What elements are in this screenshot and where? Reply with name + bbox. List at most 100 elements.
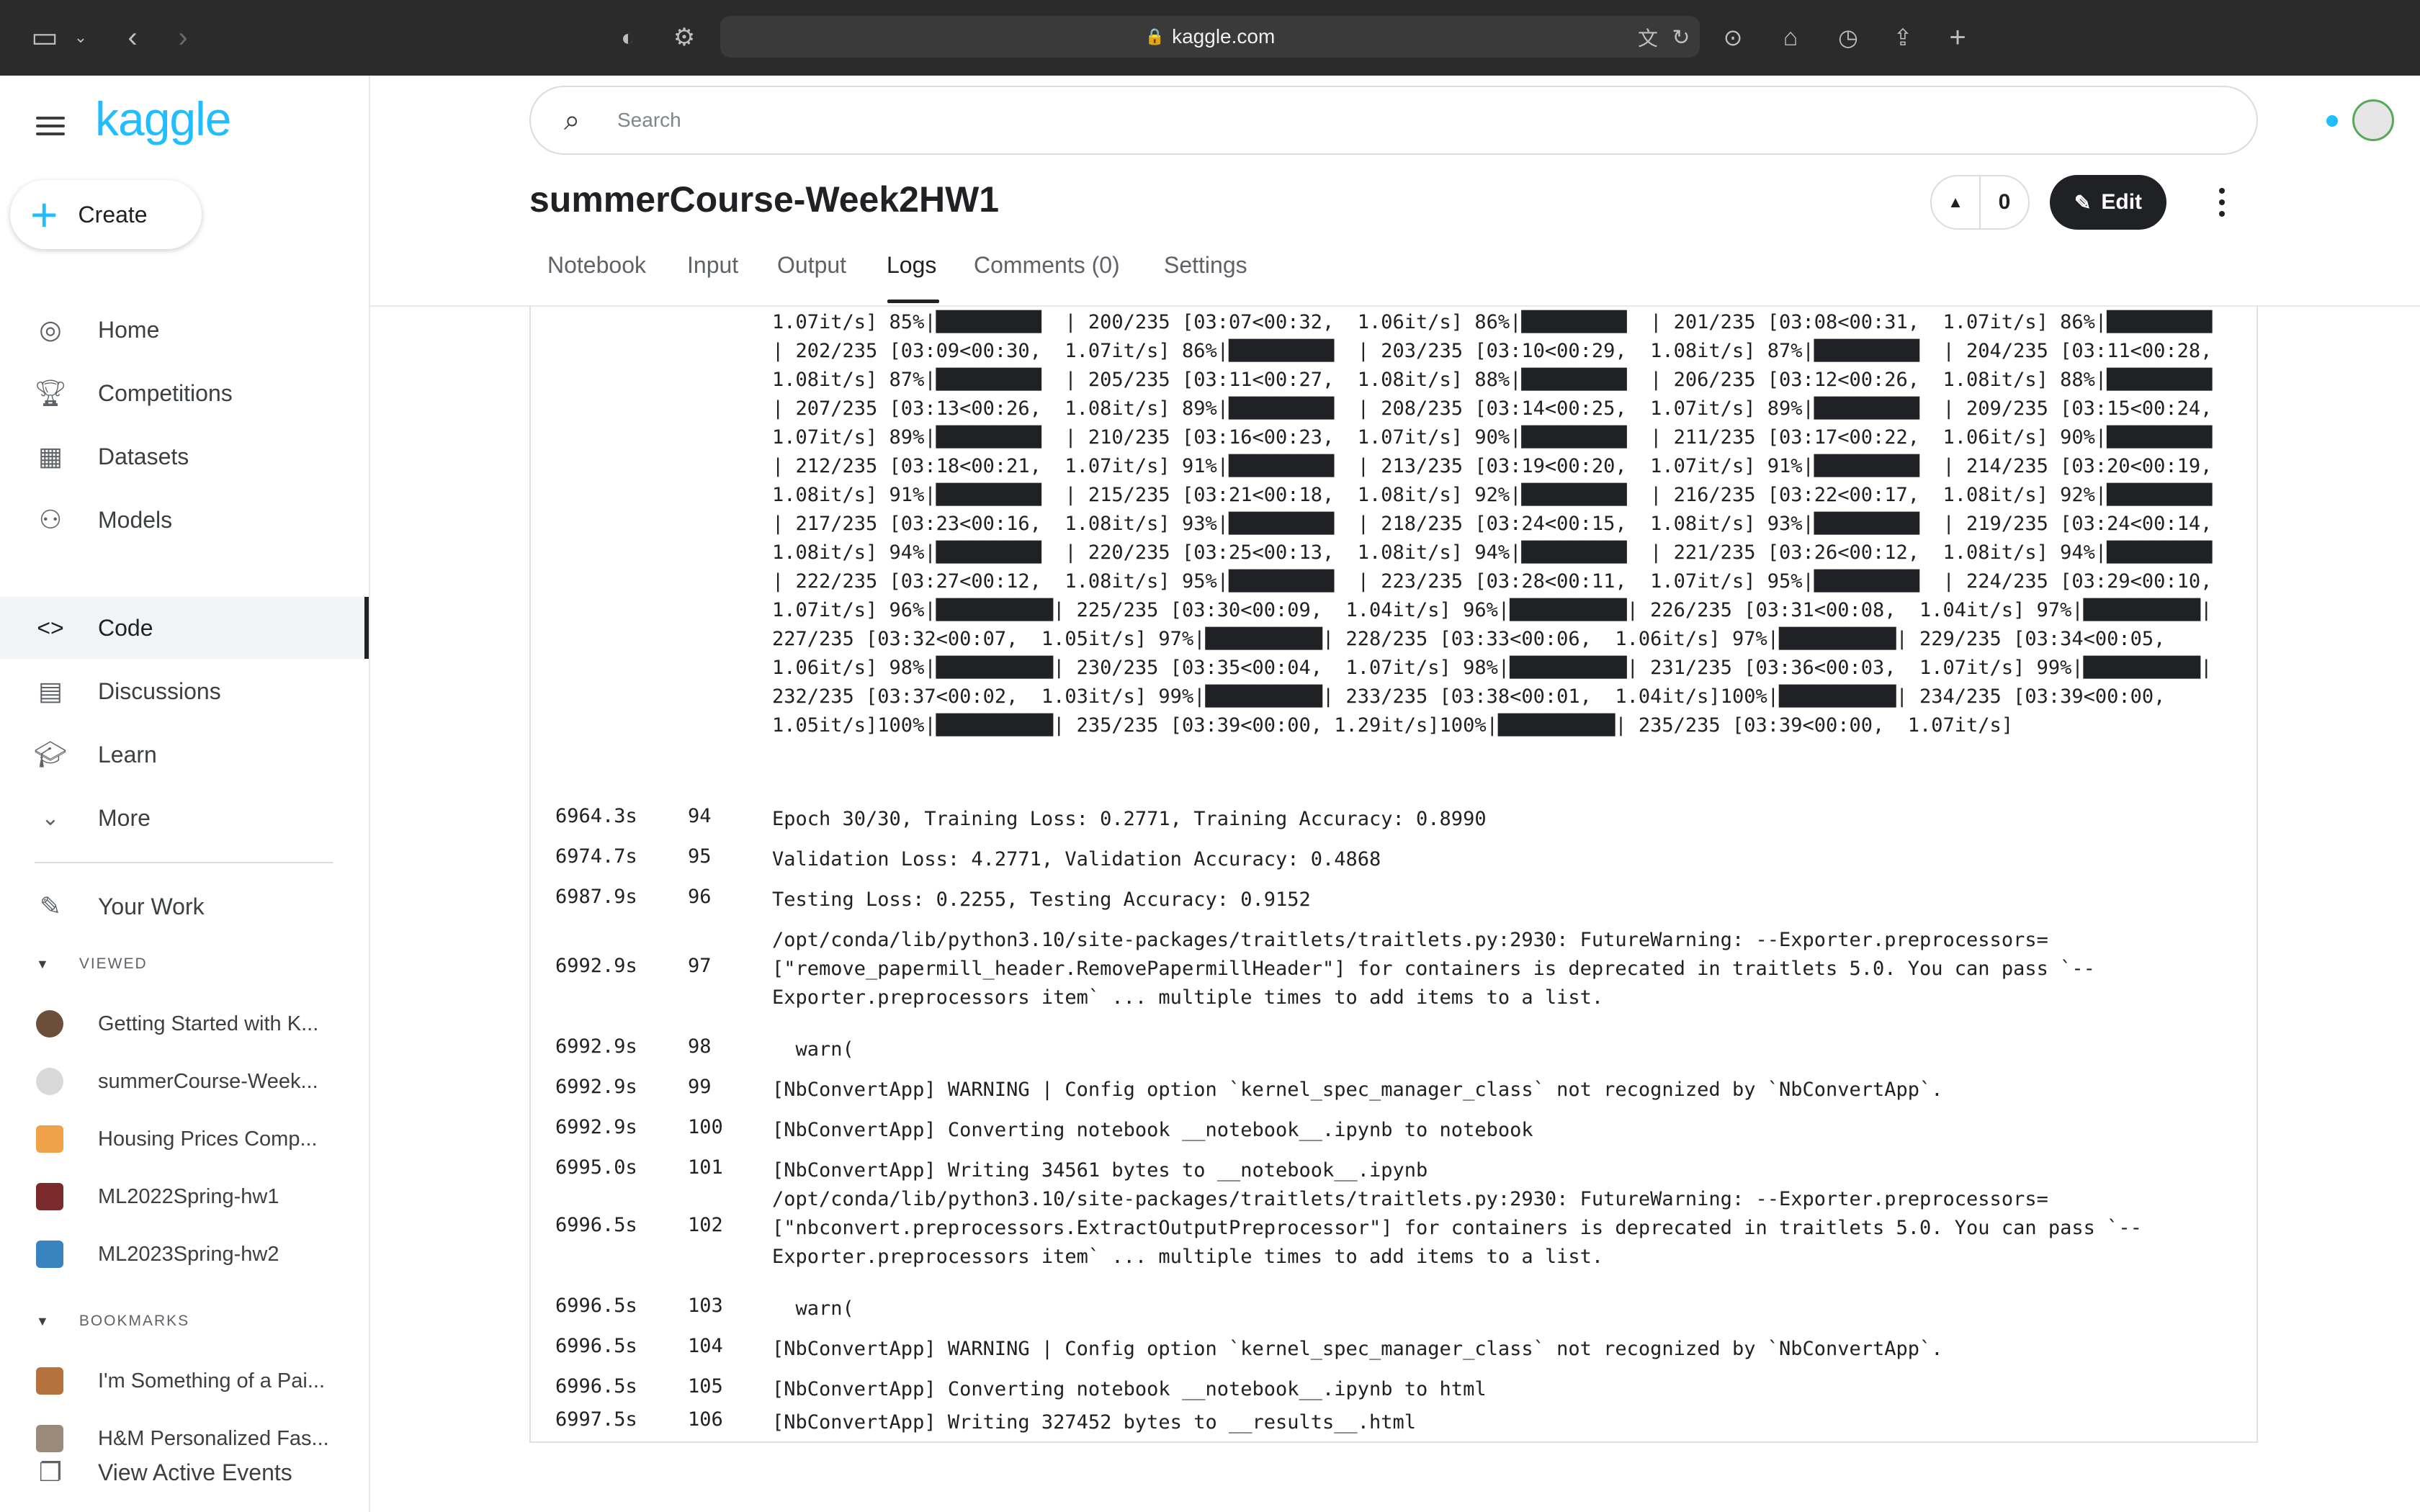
bookmark-item[interactable]: I'm Something of a Pai... [0, 1356, 369, 1406]
log-message: Validation Loss: 4.2771, Validation Accu… [772, 848, 1381, 870]
sidebar-toggle-icon[interactable]: ▭ [27, 20, 62, 55]
sidebar-item-label: View Active Events [98, 1459, 292, 1485]
log-timestamp: 6974.7s [555, 845, 637, 868]
pencil-icon: ✎ [2074, 191, 2092, 214]
sidebar-item-label: Competitions [98, 379, 233, 406]
log-line-number: 101 [688, 1156, 723, 1179]
log-message: Epoch 30/30, Training Loss: 0.2771, Trai… [772, 808, 1487, 830]
translate-icon[interactable]: 文 [1634, 20, 1662, 55]
search-input[interactable]: ⌕ Search [529, 86, 2258, 155]
tab-settings[interactable]: Settings [1164, 252, 1247, 279]
sidebar-item-learn[interactable]: 🎓︎ Learn [0, 724, 369, 786]
progress-output: 1.07it/s] 85%|█████████ | 200/235 [03:07… [772, 311, 2236, 737]
viewed-section-header[interactable]: ▼ VIEWED [36, 955, 148, 973]
sidebar: kaggle + Create ◎ Home 🏆︎ Competitions ▦… [0, 76, 370, 1512]
edit-label: Edit [2101, 190, 2143, 214]
models-icon: ⚇ [38, 505, 63, 534]
back-icon[interactable]: ‹ [118, 20, 147, 55]
gear-icon[interactable]: ⚙ [670, 20, 699, 55]
log-line-number: 102 [688, 1214, 723, 1236]
active-indicator [364, 597, 369, 659]
log-line-number: 98 [688, 1035, 712, 1058]
viewed-item-label: summerCourse-Week... [98, 1069, 318, 1093]
sidebar-item-home[interactable]: ◎ Home [0, 299, 369, 361]
address-bar[interactable]: 🔒 kaggle.com [720, 16, 1700, 58]
log-line-number: 106 [688, 1408, 723, 1431]
download-icon[interactable]: ⊙ [1718, 20, 1747, 55]
log-line-number: 96 [688, 886, 712, 908]
viewed-item[interactable]: summerCourse-Week... [0, 1056, 369, 1107]
create-button[interactable]: + Create [10, 180, 202, 249]
log-timestamp: 6992.9s [555, 1035, 637, 1058]
log-message: /opt/conda/lib/python3.10/site-packages/… [772, 1188, 2142, 1268]
create-label: Create [78, 201, 148, 228]
viewed-item[interactable]: Getting Started with K... [0, 999, 369, 1049]
kaggle-logo[interactable]: kaggle [95, 91, 231, 146]
log-message: warn( [772, 1297, 854, 1320]
bookmarks-section-header[interactable]: ▼ BOOKMARKS [36, 1313, 189, 1330]
bookmark-item-label: I'm Something of a Pai... [98, 1369, 326, 1392]
viewed-item[interactable]: Housing Prices Comp... [0, 1114, 369, 1164]
log-timestamp: 6964.3s [555, 805, 637, 827]
log-line-number: 100 [688, 1116, 723, 1138]
log-line-number: 97 [688, 955, 712, 977]
log-timestamp: 6992.9s [555, 955, 637, 977]
sidebar-item-datasets[interactable]: ▦ Datasets [0, 426, 369, 487]
reload-icon[interactable]: ↻ [1667, 20, 1695, 55]
edit-button[interactable]: ✎ Edit [2050, 175, 2166, 230]
sidebar-item-more[interactable]: ⌄ More [0, 787, 369, 849]
viewed-item-label: Housing Prices Comp... [98, 1127, 318, 1151]
plus-icon: + [30, 188, 58, 241]
sidebar-item-label: Code [98, 614, 153, 641]
log-message: /opt/conda/lib/python3.10/site-packages/… [772, 929, 2095, 1009]
home-icon[interactable]: ⌂ [1775, 20, 1806, 55]
code-icon: <> [37, 614, 64, 641]
avatar[interactable] [2352, 99, 2394, 141]
shield-icon[interactable]: ◐ [614, 20, 642, 55]
log-timestamp: 6996.5s [555, 1335, 637, 1357]
log-line-number: 99 [688, 1076, 712, 1098]
sidebar-item-code[interactable]: <> Code [0, 597, 369, 659]
sidebar-item-label: Datasets [98, 443, 189, 469]
log-timestamp: 6996.5s [555, 1375, 637, 1398]
history-icon[interactable]: ◷ [1832, 20, 1864, 55]
sidebar-item-models[interactable]: ⚇ Models [0, 489, 369, 551]
url-text: kaggle.com [1172, 25, 1276, 48]
viewed-item[interactable]: ML2022Spring-hw1 [0, 1171, 369, 1222]
new-tab-icon[interactable]: + [1942, 20, 1973, 55]
sidebar-item-your-work[interactable]: ✎ Your Work [0, 876, 369, 937]
log-message: [NbConvertApp] WARNING | Config option `… [772, 1338, 1943, 1360]
viewed-item-label: ML2022Spring-hw1 [98, 1184, 279, 1208]
log-line-number: 103 [688, 1295, 723, 1317]
viewed-item-label: ML2023Spring-hw2 [98, 1242, 279, 1266]
log-line-number: 105 [688, 1375, 723, 1398]
log-timestamp: 6995.0s [555, 1156, 637, 1179]
sidebar-item-label: Learn [98, 741, 157, 768]
search-icon: ⌕ [564, 104, 581, 136]
upvote-icon[interactable]: ▲ [1932, 176, 1981, 228]
more-options-icon[interactable] [2211, 180, 2233, 225]
tab-logs[interactable]: Logs [887, 252, 936, 279]
tab-notebook[interactable]: Notebook [547, 252, 646, 279]
collapse-triangle-icon: ▼ [36, 1313, 50, 1328]
active-tab-underline [887, 300, 939, 303]
collapse-triangle-icon: ▼ [36, 956, 50, 971]
log-line-number: 94 [688, 805, 712, 827]
graduation-cap-icon: 🎓︎ [34, 739, 67, 769]
sidebar-item-view-active-events[interactable]: ❐ View Active Events [0, 1441, 369, 1503]
viewed-item[interactable]: ML2023Spring-hw2 [0, 1229, 369, 1279]
chevron-down-icon[interactable]: ⌄ [71, 20, 91, 55]
edit-doc-icon: ✎ [39, 891, 62, 921]
sidebar-item-competitions[interactable]: 🏆︎ Competitions [0, 362, 369, 424]
log-timestamp: 6996.5s [555, 1295, 637, 1317]
tab-input[interactable]: Input [687, 252, 738, 279]
log-message: [NbConvertApp] Converting notebook __not… [772, 1378, 1487, 1400]
tab-comments[interactable]: Comments (0) [974, 252, 1120, 279]
log-line-number: 95 [688, 845, 712, 868]
sidebar-item-discussions[interactable]: ▤ Discussions [0, 660, 369, 722]
menu-icon[interactable] [36, 112, 65, 140]
tab-output[interactable]: Output [777, 252, 846, 279]
forward-icon[interactable]: › [169, 20, 197, 55]
share-icon[interactable]: ⇪ [1887, 20, 1919, 55]
logs-panel: 1.07it/s] 85%|█████████ | 200/235 [03:07… [529, 305, 2258, 1443]
